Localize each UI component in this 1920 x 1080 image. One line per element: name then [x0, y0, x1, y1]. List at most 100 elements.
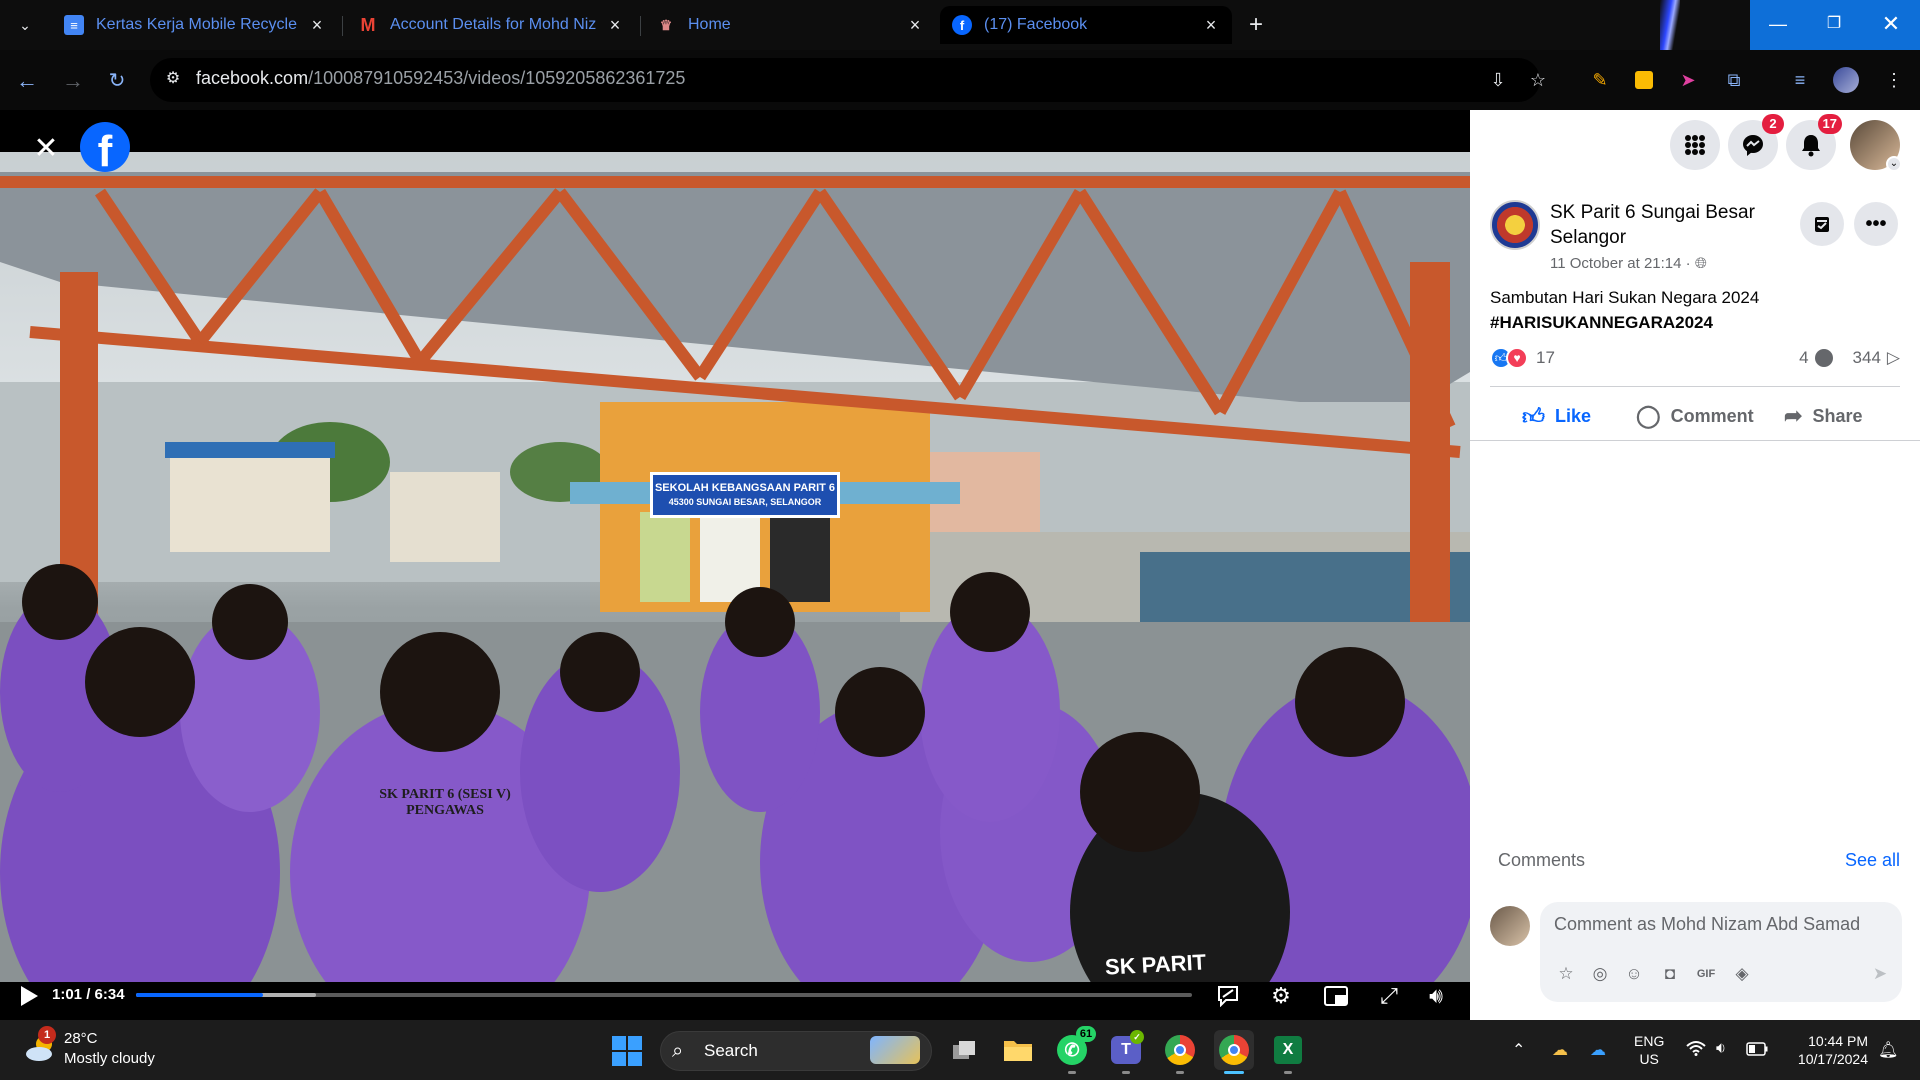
site-info-icon[interactable]: ⚙: [162, 68, 184, 90]
video-progress-bar[interactable]: [136, 993, 1192, 997]
chrome-icon[interactable]: [1160, 1030, 1200, 1070]
caption-text: Sambutan Hari Sukan Negara 2024: [1490, 288, 1760, 307]
glasses-emoji-icon[interactable]: ◎: [1588, 962, 1612, 986]
tab-title: (17) Facebook: [984, 16, 1088, 33]
app-running-indicator: [1122, 1071, 1130, 1074]
tab-kertas-kerja[interactable]: ≡ Kertas Kerja Mobile Recycler PS ×: [52, 6, 338, 44]
commenter-avatar[interactable]: [1490, 906, 1530, 946]
page-name-link[interactable]: SK Parit 6 Sungai Besar Selangor: [1550, 200, 1780, 250]
close-tab-icon[interactable]: ×: [308, 15, 326, 36]
chrome-profile-icon[interactable]: [1214, 1030, 1254, 1070]
gif-icon[interactable]: GIF: [1694, 962, 1718, 986]
miniplayer-icon[interactable]: [1320, 980, 1352, 1012]
share-button[interactable]: ➦ Share: [1784, 396, 1862, 436]
file-explorer-icon[interactable]: [998, 1030, 1038, 1070]
notification-bell-icon[interactable]: 🔔︎: [1878, 1040, 1898, 1060]
share-label: Share: [1812, 405, 1863, 426]
battery-icon[interactable]: [1746, 1040, 1768, 1061]
notifications-bell-icon[interactable]: 17: [1786, 114, 1842, 170]
school-sign-address: 45300 SUNGAI BESAR, SELANGOR: [668, 497, 822, 507]
settings-gear-icon[interactable]: ⚙: [1265, 980, 1297, 1012]
back-arrow-icon[interactable]: ←: [12, 66, 42, 96]
search-highlight-icon: [870, 1036, 920, 1064]
app-running-indicator: [1068, 1071, 1076, 1074]
messenger-icon[interactable]: 2: [1728, 114, 1784, 170]
task-view-icon[interactable]: [944, 1030, 984, 1070]
minimize-window-icon[interactable]: —: [1750, 0, 1806, 50]
facebook-logo-icon[interactable]: f: [80, 122, 130, 172]
show-hidden-icons-chevron-icon[interactable]: ⌃: [1512, 1040, 1525, 1060]
windows-start-icon[interactable]: [612, 1036, 642, 1066]
fullscreen-icon[interactable]: ⤢: [1373, 980, 1405, 1012]
shirt-print-line1: SK PARIT 6 (SESI V): [379, 787, 511, 802]
video-player[interactable]: SEKOLAH KEBANGSAAN PARIT 6 45300 SUNGAI …: [0, 110, 1470, 1020]
weather-badge: 1: [38, 1026, 56, 1044]
forward-arrow-icon[interactable]: →: [58, 66, 88, 96]
new-tab-plus-icon[interactable]: +: [1240, 10, 1272, 42]
weather-description[interactable]: Mostly cloudy: [64, 1050, 155, 1067]
close-window-icon[interactable]: ✕: [1862, 0, 1920, 50]
captions-icon[interactable]: [1212, 980, 1244, 1012]
restore-window-icon[interactable]: ❐: [1806, 0, 1862, 50]
tab-search-chevron-icon[interactable]: ⌄: [8, 8, 42, 42]
page-avatar[interactable]: [1490, 200, 1540, 250]
post-timestamp[interactable]: 11 October at 21:14 ·: [1550, 255, 1695, 272]
reactions-summary[interactable]: 👍︎ ♥ 17: [1490, 345, 1555, 371]
extension-notes-icon[interactable]: [1630, 66, 1658, 94]
taskbar-search-label: Search: [704, 1041, 758, 1060]
bookmark-star-icon[interactable]: ☆: [1524, 66, 1552, 94]
close-video-icon[interactable]: ✕: [28, 132, 64, 168]
comment-label: Comment: [1670, 405, 1754, 426]
send-icon[interactable]: ➤: [1868, 962, 1892, 986]
install-app-icon[interactable]: ⇩: [1484, 66, 1512, 94]
whatsapp-icon[interactable]: ✆ 61: [1052, 1026, 1096, 1070]
close-tab-icon[interactable]: ×: [1202, 15, 1220, 36]
language-indicator[interactable]: ENG US: [1634, 1032, 1664, 1068]
hashtag-link[interactable]: #HARISUKANNEGARA2024: [1490, 310, 1759, 335]
close-tab-icon[interactable]: ×: [906, 15, 924, 36]
menu-grid-icon[interactable]: [1670, 120, 1720, 170]
account-avatar[interactable]: ⌄: [1850, 120, 1902, 172]
comment-button[interactable]: ◯ Comment: [1636, 396, 1754, 436]
onedrive-warning-icon[interactable]: ☁: [1552, 1040, 1568, 1060]
video-progress-fill: [136, 993, 263, 997]
url-text[interactable]: facebook.com/100087910592453/videos/1059…: [196, 68, 685, 89]
onedrive-cloud-icon[interactable]: ☁: [1590, 1040, 1606, 1060]
excel-icon[interactable]: X: [1268, 1030, 1308, 1070]
like-button[interactable]: 👍︎ Like: [1522, 396, 1591, 436]
save-post-button[interactable]: [1800, 202, 1844, 246]
whatsapp-badge: 61: [1076, 1026, 1096, 1042]
weather-cloud-icon[interactable]: 1: [24, 1026, 56, 1064]
tab-account-details[interactable]: M Account Details for Mohd Nizam ×: [346, 6, 636, 44]
tab-divider: [342, 16, 343, 36]
tab-facebook-active[interactable]: f (17) Facebook ×: [940, 6, 1232, 44]
school-sign-title: SEKOLAH KEBANGSAAN PARIT 6: [654, 482, 836, 494]
teams-icon[interactable]: T ✓: [1106, 1030, 1146, 1070]
extension-arrow-icon[interactable]: ➤: [1674, 66, 1702, 94]
extension-pin-icon[interactable]: ✎: [1586, 66, 1614, 94]
browser-menu-icon[interactable]: ⋮: [1880, 66, 1908, 94]
tab-home[interactable]: ♛ Home ×: [644, 6, 936, 44]
sticker-icon[interactable]: ◈: [1730, 962, 1754, 986]
extensions-puzzle-icon[interactable]: ⧉: [1720, 66, 1748, 94]
profile-avatar[interactable]: [1832, 66, 1860, 94]
reload-icon[interactable]: ↻: [102, 66, 132, 96]
play-icon[interactable]: [18, 984, 40, 1008]
volume-icon[interactable]: 🔊︎: [1420, 980, 1452, 1012]
keyboard-layout: US: [1639, 1051, 1659, 1067]
camera-icon[interactable]: ◘: [1658, 962, 1682, 986]
system-clock[interactable]: 10:44 PM 10/17/2024: [1798, 1032, 1868, 1068]
more-options-icon[interactable]: •••: [1854, 202, 1898, 246]
wifi-icon[interactable]: [1686, 1040, 1706, 1061]
close-tab-icon[interactable]: ×: [606, 15, 624, 36]
gmail-icon: M: [360, 14, 376, 35]
avatar-sticker-icon[interactable]: ☆: [1554, 962, 1578, 986]
media-control-icon[interactable]: ≡: [1786, 66, 1814, 94]
school-sign: SEKOLAH KEBANGSAAN PARIT 6 45300 SUNGAI …: [650, 472, 840, 518]
weather-temperature[interactable]: 28°C: [64, 1030, 98, 1047]
comments-count[interactable]: 4: [1799, 348, 1808, 368]
thumbs-up-icon: 👍︎: [1522, 403, 1545, 429]
emoji-icon[interactable]: ☺: [1622, 962, 1646, 986]
see-all-link[interactable]: See all: [1845, 850, 1900, 871]
speaker-icon[interactable]: 🔉︎: [1716, 1040, 1726, 1058]
